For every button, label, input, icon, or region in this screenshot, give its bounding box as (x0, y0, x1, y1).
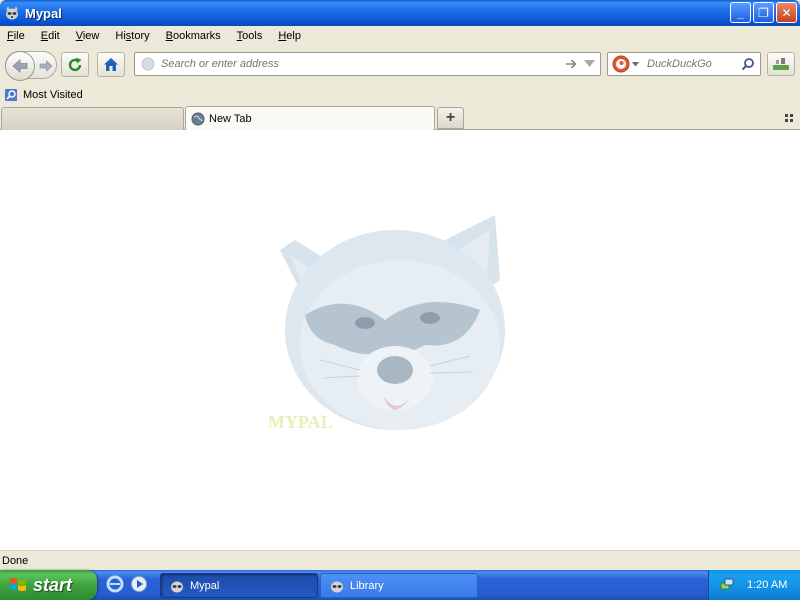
raccoon-app-icon (171, 581, 183, 592)
plus-icon: + (445, 109, 456, 126)
reload-button[interactable] (61, 52, 89, 77)
status-bar: Done (0, 550, 800, 570)
windows-taskbar: start Mypal Library 1:20 AM (0, 570, 800, 600)
go-arrow-icon[interactable] (564, 57, 578, 71)
extension-icon (773, 58, 789, 70)
restore-icon: ❐ (758, 5, 769, 20)
bookmarks-toolbar: Most Visited (0, 84, 800, 106)
toolbar-extension-button[interactable] (767, 52, 795, 76)
list-all-tabs-icon[interactable] (783, 112, 795, 124)
new-tab-button[interactable]: + (437, 107, 464, 129)
start-label: start (33, 574, 73, 595)
window-title: Mypal (25, 5, 62, 21)
engine-dropdown-icon[interactable] (632, 61, 639, 67)
raccoon-app-icon (6, 6, 18, 20)
menu-file[interactable]: File (0, 30, 33, 42)
page-content: MYPAL (0, 130, 800, 550)
reload-icon (68, 57, 82, 71)
start-button[interactable]: start (0, 570, 97, 600)
back-forward-group (5, 51, 57, 81)
navigation-toolbar (0, 46, 800, 84)
url-dropdown-icon[interactable] (584, 60, 595, 68)
menu-help[interactable]: Help (270, 30, 309, 42)
duckduckgo-icon[interactable] (612, 55, 630, 73)
smart-folder-icon (5, 89, 17, 101)
internet-explorer-icon[interactable] (106, 575, 124, 593)
media-player-icon[interactable] (130, 575, 148, 593)
restore-button[interactable]: ❐ (753, 2, 774, 23)
windows-flag-icon (10, 578, 26, 591)
menu-bookmarks[interactable]: Bookmarks (158, 30, 229, 42)
task-label: Mypal (190, 579, 220, 592)
status-text: Done (2, 554, 29, 567)
logo-text: MYPAL (268, 412, 333, 432)
globe-icon (141, 57, 155, 71)
back-button[interactable] (5, 51, 35, 81)
raccoon-app-icon (331, 581, 343, 592)
menu-edit[interactable]: Edit (33, 30, 68, 42)
system-tray: 1:20 AM (708, 570, 800, 600)
address-input[interactable] (161, 55, 556, 73)
forward-arrow-icon (39, 60, 53, 72)
close-button[interactable]: ✕ (776, 2, 797, 23)
quick-launch (106, 575, 148, 593)
tab-strip: New Tab + (0, 106, 800, 131)
minimize-button[interactable]: _ (730, 2, 751, 23)
window-titlebar[interactable]: Mypal _ ❐ ✕ (0, 0, 800, 26)
back-arrow-icon (12, 59, 28, 73)
taskbar-item-library[interactable]: Library (320, 573, 478, 598)
search-icon[interactable] (741, 57, 755, 71)
clock[interactable]: 1:20 AM (747, 579, 787, 591)
menu-view[interactable]: View (68, 30, 108, 42)
tab-new-tab[interactable]: New Tab (185, 106, 435, 131)
menu-tools[interactable]: Tools (229, 30, 271, 42)
tab-blank[interactable] (1, 107, 184, 130)
raccoon-logo-watermark: MYPAL (268, 215, 505, 432)
home-icon (104, 58, 118, 71)
bookmark-label: Most Visited (23, 89, 83, 101)
bookmark-most-visited[interactable]: Most Visited (4, 88, 83, 102)
minimize-icon: _ (737, 5, 744, 20)
search-input[interactable] (647, 55, 743, 73)
menu-bar: File Edit View History Bookmarks Tools H… (0, 26, 800, 46)
menu-history[interactable]: History (107, 30, 157, 42)
address-bar[interactable] (134, 52, 601, 76)
search-bar[interactable] (607, 52, 761, 76)
close-icon: ✕ (781, 5, 792, 20)
network-icon[interactable] (719, 577, 735, 593)
task-label: Library (350, 579, 384, 592)
globe-icon (191, 112, 205, 126)
tab-label: New Tab (209, 113, 252, 125)
home-button[interactable] (97, 52, 125, 77)
taskbar-item-mypal[interactable]: Mypal (160, 573, 318, 598)
forward-button[interactable] (38, 58, 54, 74)
